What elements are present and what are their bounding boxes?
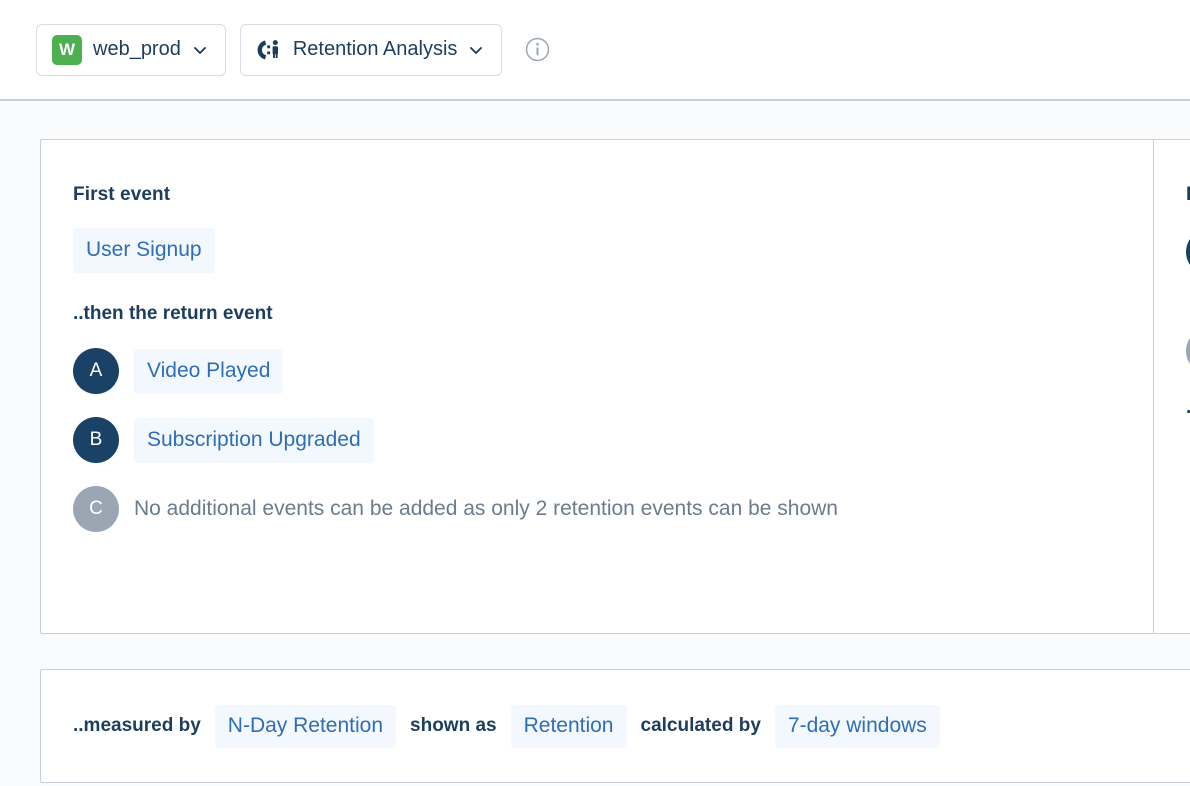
right-column-row-a [1186,229,1190,275]
chevron-down-icon [468,42,484,58]
project-name-label: web_prod [93,38,181,61]
shown-as-label: shown as [410,715,497,737]
events-card-right-column: First event ..then the return event [1154,140,1190,633]
info-circle-icon[interactable] [525,37,550,62]
return-event-row-b: B Subscription Upgraded [73,417,1153,463]
project-badge-icon: W [52,35,82,65]
retention-cohort-icon [256,37,282,63]
event-badge-b[interactable]: B [73,417,119,463]
return-event-limit-note: No additional events can be added as onl… [134,497,838,521]
shown-as-pill[interactable]: Retention [511,705,627,748]
report-type-label: Retention Analysis [293,38,458,61]
return-event-row-a: A Video Played [73,348,1153,394]
right-column-row-c: ..then the return event [1186,397,1190,419]
measured-by-pill[interactable]: N-Day Retention [215,705,396,748]
right-column-spacer [1186,275,1190,305]
events-card: First event User Signup ..then the retur… [40,139,1190,634]
right-column-badge-a[interactable] [1186,229,1190,275]
right-column-heading: First event [1186,184,1190,206]
event-badge-a[interactable]: A [73,348,119,394]
top-toolbar: W web_prod [0,0,1190,101]
measured-by-label: ..measured by [73,715,201,737]
project-selector[interactable]: W web_prod [36,24,226,76]
calculated-by-label: calculated by [641,715,761,737]
first-event-heading: First event [73,184,1153,206]
return-event-heading: ..then the return event [73,303,1153,325]
event-badge-c: C [73,486,119,532]
first-event-pill[interactable]: User Signup [73,228,215,273]
events-column: First event User Signup ..then the retur… [41,140,1153,633]
return-event-pill-b[interactable]: Subscription Upgraded [134,418,374,463]
page-body: First event User Signup ..then the retur… [0,101,1190,786]
measure-card: ..measured by N-Day Retention shown as R… [40,669,1190,783]
return-event-pill-a[interactable]: Video Played [134,349,283,394]
return-event-row-c: C No additional events can be added as o… [73,486,1153,532]
right-column-badge-b [1186,328,1190,374]
calculated-by-pill[interactable]: 7-day windows [775,705,940,748]
right-column-footer-label: ..then the return event [1186,397,1190,419]
chevron-down-icon [192,42,208,58]
retention-analysis-page: W web_prod [0,0,1190,786]
right-column-row-b [1186,328,1190,374]
report-type-selector[interactable]: Retention Analysis [240,24,503,76]
